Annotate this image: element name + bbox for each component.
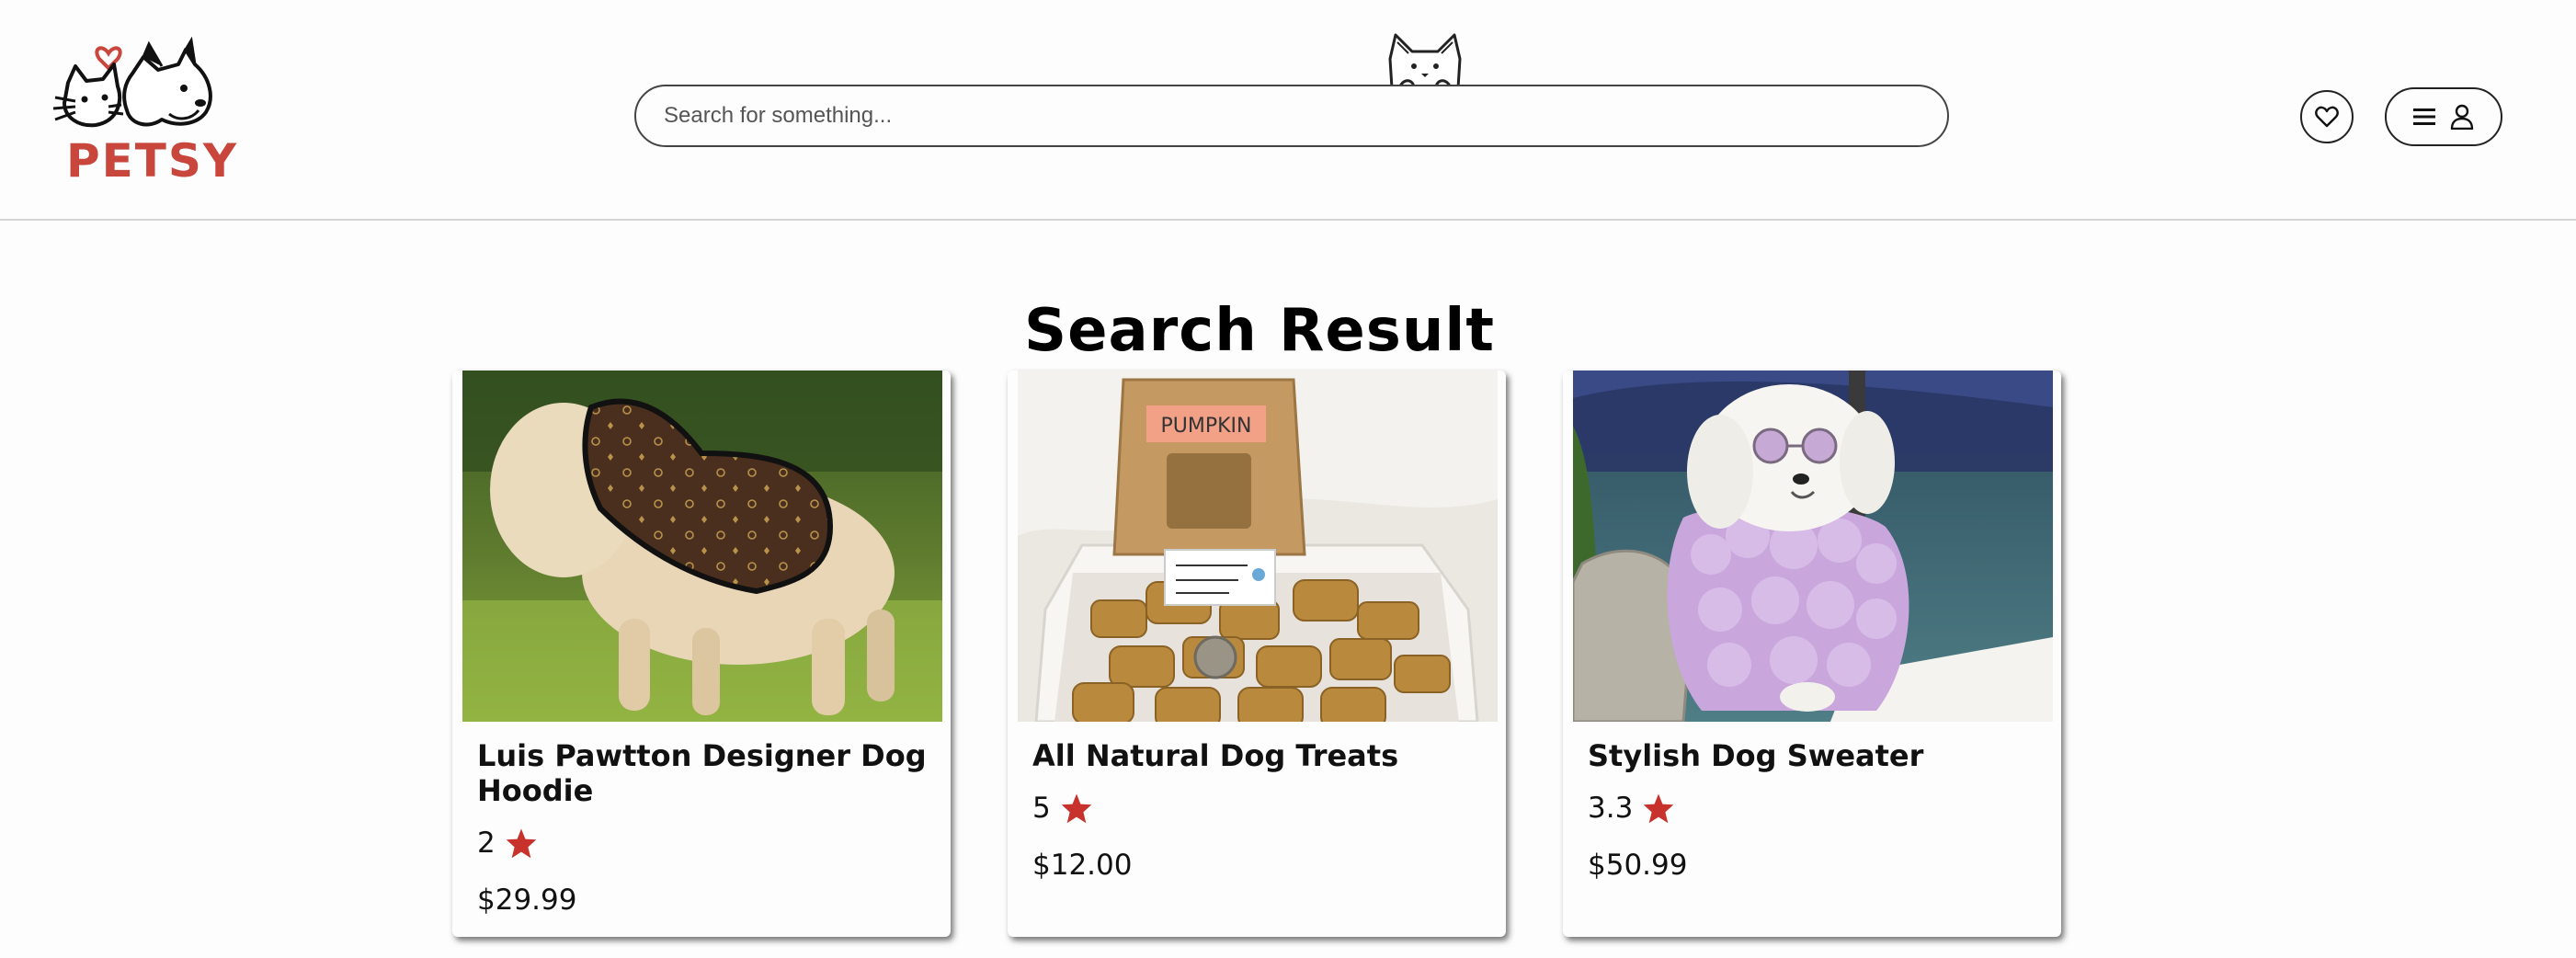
product-name[interactable]: Luis Pawtton Designer Dog Hoodie	[477, 738, 928, 808]
product-card[interactable]: PUMPKIN All Natural Dog Treats 5 $12.00	[1008, 371, 1506, 937]
heart-icon	[2315, 106, 2339, 128]
product-card[interactable]: Stylish Dog Sweater 3.3 $50.99	[1563, 371, 2061, 937]
product-name[interactable]: Stylish Dog Sweater	[1588, 738, 2038, 773]
product-rating: 5	[1032, 792, 1093, 825]
product-price: $50.99	[1588, 849, 1688, 882]
search-input[interactable]	[636, 86, 1947, 145]
cat-dog-logo-icon	[52, 37, 212, 128]
hamburger-icon	[2413, 108, 2435, 125]
dog-sweater-photo	[1573, 371, 2053, 722]
dog-treats-photo: PUMPKIN	[1018, 371, 1498, 722]
rating-value: 2	[477, 827, 496, 860]
site-header: PETSY	[0, 0, 2576, 221]
star-icon	[1061, 793, 1091, 824]
petsy-logo[interactable]: PETSY	[48, 37, 236, 188]
page-title: Search Result	[1024, 296, 1495, 365]
product-price: $12.00	[1032, 849, 1133, 882]
product-rating: 3.3	[1588, 792, 1675, 825]
search-bar[interactable]	[634, 85, 1949, 147]
dog-hoodie-photo	[462, 371, 942, 722]
account-menu-button[interactable]	[2385, 87, 2502, 146]
star-icon	[506, 828, 536, 859]
product-image[interactable]	[1573, 371, 2053, 722]
brand-name: PETSY	[66, 134, 239, 188]
product-price: $29.99	[477, 884, 577, 917]
favorites-button[interactable]	[2300, 90, 2354, 143]
product-image[interactable]	[462, 371, 942, 722]
star-icon	[1644, 793, 1674, 824]
product-image[interactable]: PUMPKIN	[1018, 371, 1498, 722]
product-name[interactable]: All Natural Dog Treats	[1032, 738, 1483, 773]
rating-value: 5	[1032, 792, 1051, 825]
rating-value: 3.3	[1588, 792, 1634, 825]
peeking-dog-icon	[1388, 33, 1462, 88]
user-icon	[2450, 104, 2474, 130]
product-card[interactable]: Luis Pawtton Designer Dog Hoodie 2 $29.9…	[452, 371, 951, 937]
bag-label: PUMPKIN	[1161, 415, 1252, 438]
product-rating: 2	[477, 827, 538, 860]
